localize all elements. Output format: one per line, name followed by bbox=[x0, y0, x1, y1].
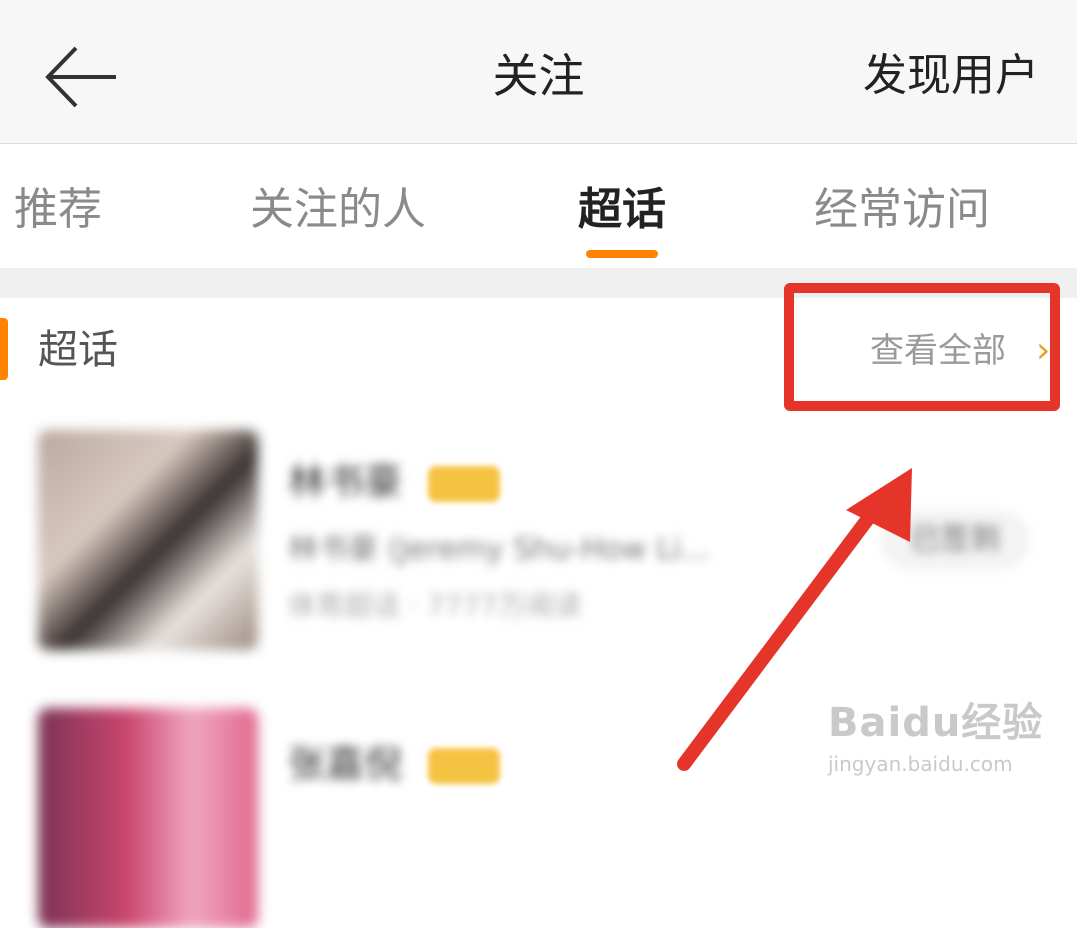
watermark: Baidu经验 jingyan.baidu.com bbox=[828, 690, 1068, 790]
topic-thumbnail[interactable] bbox=[38, 708, 258, 928]
topic-description: 林书豪 (Jeremy Shu-How Li... bbox=[288, 532, 710, 567]
topic-badge bbox=[428, 466, 500, 502]
section-accent-bar bbox=[0, 318, 8, 380]
annotation-highlight-box bbox=[784, 283, 1060, 411]
tab-frequent[interactable]: 经常访问 bbox=[814, 182, 990, 238]
topic-name[interactable]: 张嘉倪 bbox=[288, 744, 402, 784]
tab-super-topic[interactable]: 超话 bbox=[578, 182, 666, 238]
tab-recommend[interactable]: 推荐 bbox=[14, 182, 102, 238]
discover-users-button[interactable]: 发现用户 bbox=[863, 46, 1039, 106]
topic-badge bbox=[428, 748, 500, 784]
tab-following[interactable]: 关注的人 bbox=[250, 182, 426, 238]
tab-bar: 推荐 关注的人 超话 经常访问 bbox=[0, 144, 1077, 268]
topic-thumbnail[interactable] bbox=[38, 430, 258, 650]
watermark-url: jingyan.baidu.com bbox=[828, 752, 1013, 776]
topic-name[interactable]: 林书豪 bbox=[288, 462, 402, 502]
topic-meta: 体育超话 · 7777万阅读 bbox=[288, 589, 582, 622]
watermark-logo: Baidu经验 bbox=[828, 700, 1044, 746]
section-title: 超话 bbox=[38, 327, 118, 373]
active-tab-indicator bbox=[586, 250, 658, 258]
top-navigation-bar: 关注 发现用户 bbox=[0, 0, 1077, 144]
